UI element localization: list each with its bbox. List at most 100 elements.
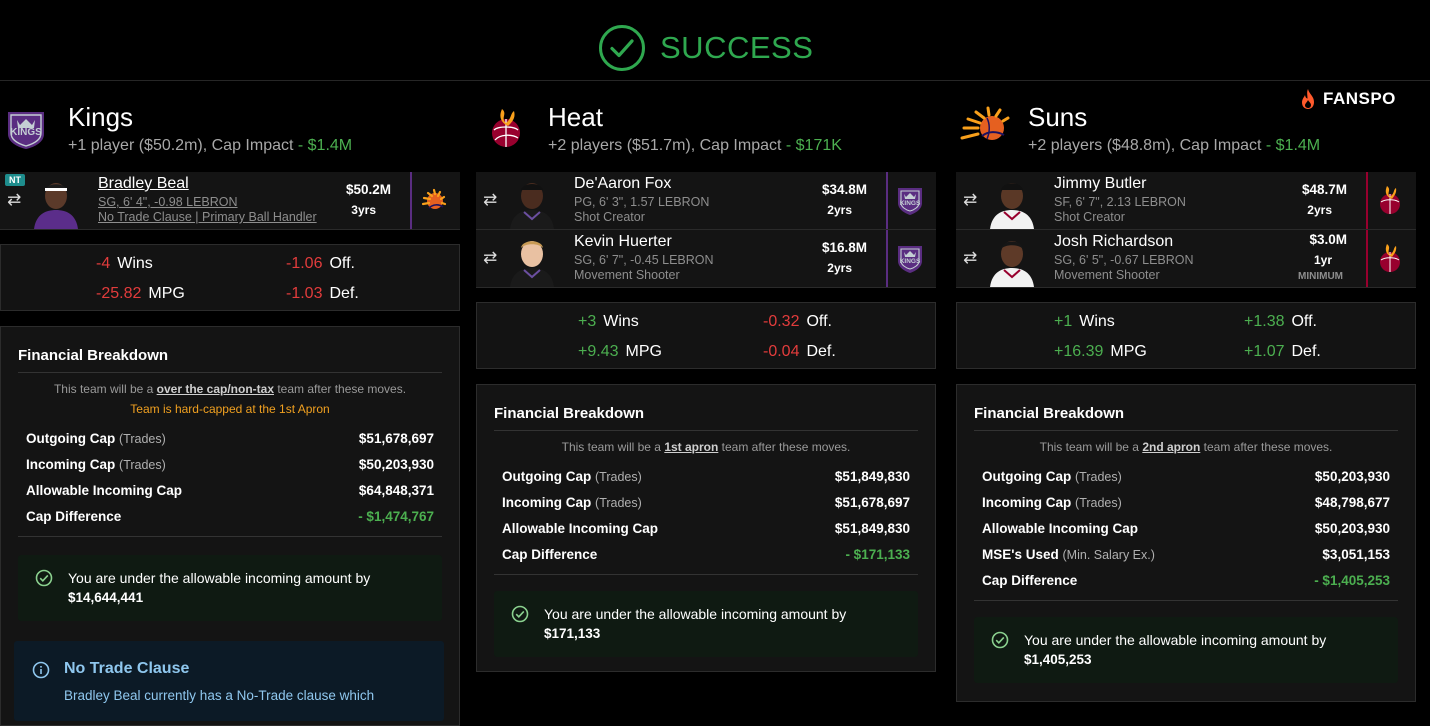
contract-years: 3yrs [351, 203, 376, 217]
suns-logo [421, 188, 447, 209]
divider [974, 600, 1398, 601]
check-circle-icon [511, 605, 529, 623]
player-row-bradley-beal[interactable]: NT ⇄ Bradley Beal SG, 6' 4", -0.98 LEBRO… [0, 172, 460, 230]
financial-row: Incoming Cap (Trades) $48,798,677 [982, 495, 1390, 510]
allowable-amount-alert: You are under the allowable incoming amo… [18, 555, 442, 621]
no-trade-clause-alert: No Trade Clause Bradley Beal currently h… [14, 641, 444, 721]
divider [18, 536, 442, 537]
suns-logo [960, 106, 1010, 140]
off-stat: -1.06 Off. [286, 255, 355, 272]
financial-row: Cap Difference - $1,405,253 [982, 573, 1390, 588]
financial-row: Outgoing Cap (Trades) $51,678,697 [26, 431, 434, 446]
player-salary: $3.0M [1309, 232, 1347, 247]
mpg-stat: -25.82 MPG [96, 285, 185, 302]
player-bio: PG, 6' 3", 1.57 LEBRON [574, 195, 710, 209]
alert-text: You are under the allowable incoming amo… [68, 570, 371, 586]
financial-row: Cap Difference - $1,474,767 [26, 509, 434, 524]
team-name: Heat [548, 102, 603, 132]
player-salary: $50.2M [345, 182, 391, 197]
heat-logo [1380, 244, 1400, 272]
svg-text:KINGS: KINGS [900, 200, 921, 207]
team-summary: +2 players ($48.8m), Cap Impact - $1.4M [1028, 137, 1321, 154]
cap-status-note: This team will be a over the cap/non-tax… [53, 382, 407, 396]
check-circle-icon [599, 25, 645, 71]
financial-row: Outgoing Cap (Trades) $51,849,830 [502, 469, 910, 484]
player-bio[interactable]: SG, 6' 4", -0.98 LEBRON [98, 195, 238, 209]
divider [974, 430, 1398, 431]
off-stat: -0.32 Off. [763, 313, 832, 330]
financial-breakdown: Financial Breakdown This team will be a … [0, 326, 460, 726]
team-color-bar [1366, 172, 1368, 229]
team-color-bar [410, 172, 412, 229]
success-text: SUCCESS [660, 30, 814, 65]
svg-text:KINGS: KINGS [900, 258, 921, 265]
player-headshot [34, 183, 78, 229]
contract-years: 1yr [1313, 253, 1332, 267]
player-row-jimmy-butler[interactable]: ⇄ Jimmy Butler SF, 6' 7", 2.13 LEBRON Sh… [956, 172, 1416, 230]
player-name[interactable]: De'Aaron Fox [574, 175, 671, 193]
player-bio: SG, 6' 5", -0.67 LEBRON [1054, 253, 1194, 267]
financial-row: Allowable Incoming Cap $64,848,371 [26, 483, 434, 498]
mpg-stat: +16.39 MPG [1054, 343, 1147, 360]
player-headshot [990, 241, 1034, 287]
no-trade-badge: NT [5, 174, 25, 186]
financial-title: Financial Breakdown [974, 405, 1125, 422]
mpg-stat: +9.43 MPG [578, 343, 662, 360]
team-summary: +1 player ($50.2m), Cap Impact - $1.4M [68, 137, 353, 154]
alert-amount: $171,133 [544, 626, 601, 641]
swap-icon[interactable]: ⇄ [483, 248, 497, 268]
minimum-contract-label: MINIMUM [1298, 271, 1343, 282]
alert-amount: $1,405,253 [1024, 652, 1092, 667]
hard-cap-warning: Team is hard-capped at the 1st Apron [130, 402, 330, 416]
team-name: Suns [1028, 102, 1088, 132]
player-row-josh-richardson[interactable]: ⇄ Josh Richardson SG, 6' 5", -0.67 LEBRO… [956, 230, 1416, 288]
player-row-kevin-huerter[interactable]: ⇄ Kevin Huerter SG, 6' 7", -0.45 LEBRON … [476, 230, 936, 288]
player-name[interactable]: Kevin Huerter [574, 233, 672, 251]
result-header: SUCCESS [0, 0, 1430, 81]
success-banner: SUCCESS [598, 23, 813, 73]
player-salary: $34.8M [821, 182, 867, 197]
player-salary: $48.7M [1301, 182, 1347, 197]
financial-row: MSE's Used (Min. Salary Ex.) $3,051,153 [982, 547, 1390, 562]
swap-icon[interactable]: ⇄ [963, 248, 977, 268]
wins-stat: -4 Wins [96, 255, 153, 272]
player-name[interactable]: Jimmy Butler [1054, 175, 1146, 193]
contract-years: 2yrs [827, 203, 852, 217]
team-header: Suns +2 players ($48.8m), Cap Impact - $… [960, 100, 1420, 170]
financial-breakdown: Financial Breakdown This team will be a … [956, 384, 1416, 702]
swap-icon[interactable]: ⇄ [963, 190, 977, 210]
financial-row: Incoming Cap (Trades) $50,203,930 [26, 457, 434, 472]
player-name[interactable]: Josh Richardson [1054, 233, 1173, 251]
divider [18, 372, 442, 373]
wins-stat: +3 Wins [578, 313, 639, 330]
wins-stat: +1 Wins [1054, 313, 1115, 330]
divider [494, 574, 918, 575]
team-header: Heat +2 players ($51.7m), Cap Impact - $… [480, 100, 940, 170]
svg-text:KINGS: KINGS [10, 127, 42, 138]
player-tags[interactable]: No Trade Clause | Primary Ball Handler [98, 210, 317, 224]
ntc-body: Bradley Beal currently has a No-Trade cl… [64, 688, 375, 703]
financial-row: Outgoing Cap (Trades) $50,203,930 [982, 469, 1390, 484]
swap-icon[interactable]: ⇄ [483, 190, 497, 210]
kings-logo: KINGS [898, 188, 922, 215]
financial-breakdown: Financial Breakdown This team will be a … [476, 384, 936, 672]
team-impact-stats: +1 Wins +1.38 Off. +16.39 MPG +1.07 Def. [956, 302, 1416, 369]
team-header: KINGS Kings +1 player ($50.2m), Cap Impa… [0, 100, 460, 170]
alert-text: You are under the allowable incoming amo… [1024, 632, 1327, 648]
kings-logo: KINGS [8, 112, 44, 149]
team-impact-stats: +3 Wins -0.32 Off. +9.43 MPG -0.04 Def. [476, 302, 936, 369]
def-stat: -1.03 Def. [286, 285, 359, 302]
financial-row: Allowable Incoming Cap $51,849,830 [502, 521, 910, 536]
team-color-bar [886, 230, 888, 287]
player-name-link[interactable]: Bradley Beal [98, 175, 189, 193]
swap-icon[interactable]: ⇄ [7, 190, 21, 210]
contract-years: 2yrs [1307, 203, 1332, 217]
player-headshot [510, 241, 554, 287]
player-row-deaaron-fox[interactable]: ⇄ De'Aaron Fox PG, 6' 3", 1.57 LEBRON Sh… [476, 172, 936, 230]
allowable-amount-alert: You are under the allowable incoming amo… [494, 591, 918, 657]
allowable-amount-alert: You are under the allowable incoming amo… [974, 617, 1398, 683]
def-stat: -0.04 Def. [763, 343, 836, 360]
player-bio: SG, 6' 7", -0.45 LEBRON [574, 253, 714, 267]
player-salary: $16.8M [821, 240, 867, 255]
cap-status-note: This team will be a 1st apron team after… [561, 440, 851, 454]
